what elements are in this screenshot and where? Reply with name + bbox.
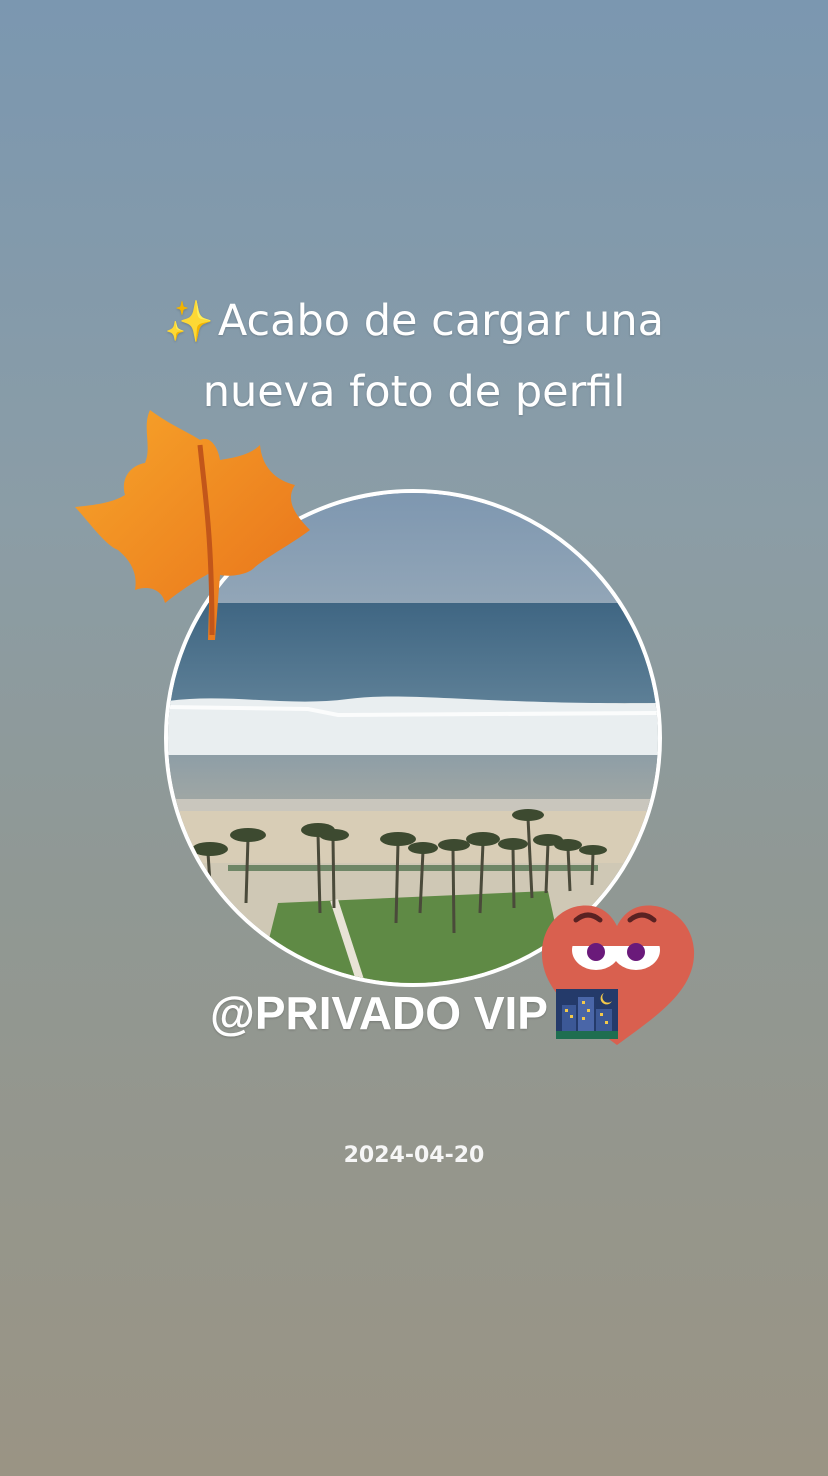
headline-text-1: Acabo de cargar una <box>217 296 664 346</box>
headline-line-1: ✨Acabo de cargar una <box>0 286 828 357</box>
username-text[interactable]: @PRIVADO VIP <box>210 987 548 1039</box>
sparkles-icon: ✨ <box>164 299 214 345</box>
post-date: 2024-04-20 <box>343 1143 485 1168</box>
night-city-icon <box>555 989 618 1039</box>
username-tag[interactable]: @PRIVADO VIP <box>0 985 828 1041</box>
maple-leaf-icon <box>75 410 310 640</box>
